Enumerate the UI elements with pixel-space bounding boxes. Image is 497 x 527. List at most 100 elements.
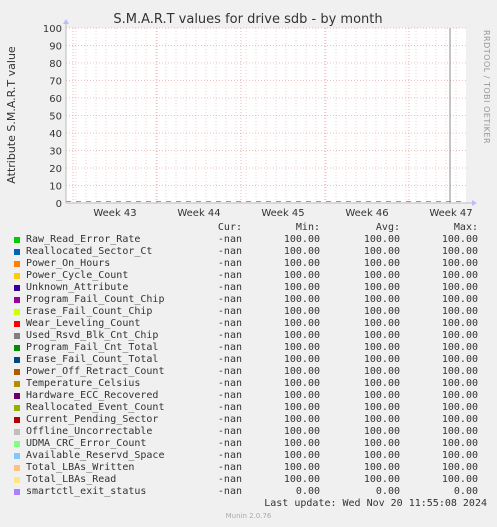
- legend-row: Power_Cycle_Count -nan 100.00 100.00 100.00: [12, 270, 490, 282]
- legend-series-name: Reallocated_Event_Count: [26, 402, 165, 413]
- legend-series-name: Total_LBAs_Read: [26, 474, 117, 485]
- legend-row: Current_Pending_Sector -nan 100.00 100.00 10…: [12, 414, 490, 426]
- legend-max: 100.00: [441, 402, 478, 413]
- legend-max: 100.00: [441, 462, 478, 473]
- legend-avg: 100.00: [363, 414, 400, 425]
- legend-max: 100.00: [441, 474, 478, 485]
- legend-min: 100.00: [283, 414, 320, 425]
- legend-cur: -nan: [217, 390, 242, 401]
- legend-min: 100.00: [283, 450, 320, 461]
- legend-avg: 100.00: [363, 426, 400, 437]
- legend-cur: -nan: [217, 270, 242, 281]
- legend-min: 100.00: [283, 234, 320, 245]
- legend-swatch: [14, 237, 20, 243]
- legend-max: 100.00: [441, 294, 478, 305]
- legend-min: 100.00: [283, 354, 320, 365]
- x-axis-arrow: [472, 200, 477, 206]
- legend-row: Available_Reservd_Space -nan 100.00 100.00 1…: [12, 450, 490, 462]
- legend-series-name: Hardware_ECC_Recovered: [26, 390, 159, 401]
- legend-min: 100.00: [283, 438, 320, 449]
- legend-cur: -nan: [217, 294, 242, 305]
- header-min: Min:: [295, 222, 320, 233]
- legend-swatch: [14, 309, 20, 315]
- y-tick-label: 30: [49, 147, 62, 158]
- legend-cur: -nan: [217, 318, 242, 329]
- legend-row: Total_LBAs_Written -nan 100.00 100.00 100.00: [12, 462, 490, 474]
- legend-swatch: [14, 249, 20, 255]
- legend-series-name: smartctl_exit_status: [26, 486, 147, 497]
- y-tick-label: 100: [43, 24, 62, 35]
- y-tick-label: 80: [49, 59, 62, 70]
- legend-max: 100.00: [441, 258, 478, 269]
- legend-min: 100.00: [283, 318, 320, 329]
- legend-avg: 100.00: [363, 258, 400, 269]
- legend-header: Cur: Min: Avg: Max:: [12, 222, 490, 234]
- legend-swatch: [14, 489, 20, 495]
- legend-min: 100.00: [283, 306, 320, 317]
- legend-max: 100.00: [441, 306, 478, 317]
- legend-swatch: [14, 357, 20, 363]
- y-tick-label: 50: [49, 112, 62, 123]
- legend-max: 100.00: [441, 342, 478, 353]
- legend-series-name: Temperature_Celsius: [26, 378, 141, 389]
- legend-avg: 100.00: [363, 450, 400, 461]
- legend-max: 100.00: [441, 354, 478, 365]
- legend-max: 100.00: [441, 438, 478, 449]
- legend-min: 100.00: [283, 246, 320, 257]
- legend-max: 100.00: [441, 234, 478, 245]
- legend-cur: -nan: [217, 234, 242, 245]
- legend-cur: -nan: [217, 474, 242, 485]
- legend-cur: -nan: [217, 258, 242, 269]
- legend-cur: -nan: [217, 426, 242, 437]
- legend-avg: 100.00: [363, 234, 400, 245]
- legend-swatch: [14, 285, 20, 291]
- legend-cur: -nan: [217, 246, 242, 257]
- legend-series-name: Available_Reservd_Space: [26, 450, 165, 461]
- legend-cur: -nan: [217, 306, 242, 317]
- legend-swatch: [14, 381, 20, 387]
- legend-row: Used_Rsvd_Blk_Cnt_Chip -nan 100.00 100.00 10…: [12, 330, 490, 342]
- legend-max: 100.00: [441, 450, 478, 461]
- legend-row: UDMA_CRC_Error_Count -nan 100.00 100.00 100.…: [12, 438, 490, 450]
- legend-max: 100.00: [441, 330, 478, 341]
- legend-swatch: [14, 345, 20, 351]
- legend-row: Power_Off_Retract_Count -nan 100.00 100.00 1…: [12, 366, 490, 378]
- legend-max: 100.00: [441, 282, 478, 293]
- y-tick-label: 20: [49, 164, 62, 175]
- legend-cur: -nan: [217, 354, 242, 365]
- x-tick-label: Week 47: [429, 208, 472, 219]
- legend-cur: -nan: [217, 282, 242, 293]
- legend-max: 100.00: [441, 390, 478, 401]
- legend-max: 100.00: [441, 246, 478, 257]
- legend-swatch: [14, 369, 20, 375]
- legend-cur: -nan: [217, 414, 242, 425]
- legend-avg: 100.00: [363, 306, 400, 317]
- legend-cur: -nan: [217, 486, 242, 497]
- legend-cur: -nan: [217, 330, 242, 341]
- legend-series-name: Program_Fail_Count_Chip: [26, 294, 165, 305]
- legend-max: 100.00: [441, 414, 478, 425]
- legend-series-name: Reallocated_Sector_Ct: [26, 246, 153, 257]
- legend-swatch: [14, 405, 20, 411]
- legend-min: 100.00: [283, 330, 320, 341]
- legend-max: 100.00: [441, 378, 478, 389]
- legend-min: 100.00: [283, 258, 320, 269]
- legend-series-name: Power_Cycle_Count: [26, 270, 129, 281]
- legend-avg: 100.00: [363, 282, 400, 293]
- legend-avg: 100.00: [363, 330, 400, 341]
- legend-min: 100.00: [283, 462, 320, 473]
- legend-max: 0.00: [453, 486, 478, 497]
- legend-min: 100.00: [283, 402, 320, 413]
- legend-swatch: [14, 297, 20, 303]
- legend-cur: -nan: [217, 378, 242, 389]
- legend-avg: 100.00: [363, 270, 400, 281]
- legend-avg: 0.00: [375, 486, 400, 497]
- legend-series-name: Raw_Read_Error_Rate: [26, 234, 141, 245]
- legend-avg: 100.00: [363, 294, 400, 305]
- legend-series-name: Erase_Fail_Count_Total: [26, 354, 159, 365]
- legend-row: smartctl_exit_status -nan 0.00 0.00 0.00: [12, 486, 490, 498]
- legend-avg: 100.00: [363, 462, 400, 473]
- legend-cur: -nan: [217, 402, 242, 413]
- last-update: Last update: Wed Nov 20 11:55:08 2024: [264, 498, 487, 509]
- legend-series-name: UDMA_CRC_Error_Count: [26, 438, 147, 449]
